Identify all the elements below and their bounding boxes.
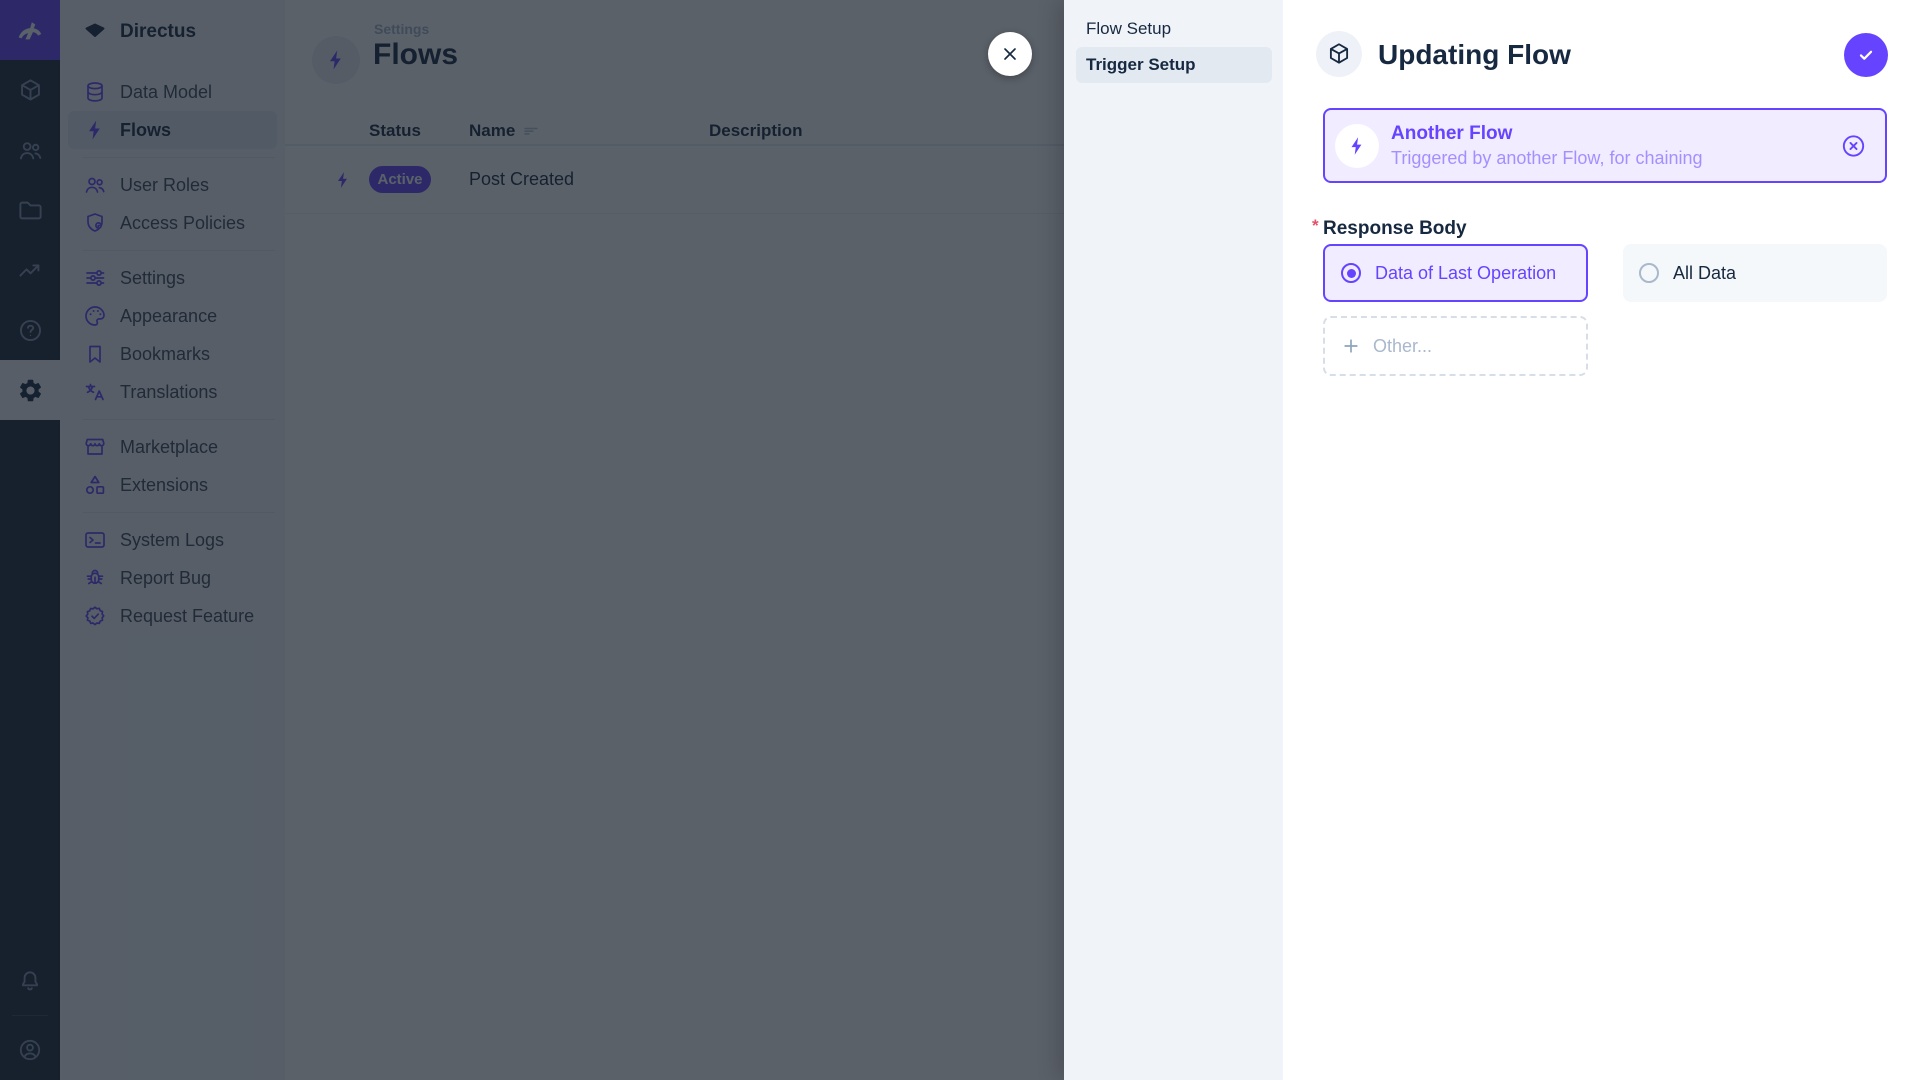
bolt-circle (1335, 123, 1379, 168)
trigger-card-text: Another Flow Triggered by another Flow, … (1391, 121, 1703, 170)
drawer-close-button[interactable] (988, 32, 1032, 76)
radio-option-label: Data of Last Operation (1375, 262, 1557, 283)
check-icon (1855, 44, 1877, 66)
save-button[interactable] (1844, 33, 1888, 77)
response-body-label: * Response Body (1312, 216, 1467, 239)
drawer-header-icon-circle (1316, 31, 1362, 77)
radio-unselected-icon (1639, 263, 1659, 283)
drawer-overlay[interactable] (0, 0, 1064, 1080)
drawer-sidebar: Flow Setup Trigger Setup (1064, 0, 1283, 1080)
radio-option-data-of-last-operation[interactable]: Data of Last Operation (1323, 244, 1588, 302)
directus-app: Directus Data Model F (0, 0, 1920, 1080)
drawer-tab-trigger-setup[interactable]: Trigger Setup (1076, 47, 1272, 83)
drawer-panel: Updating Flow Another Flow Triggered by … (1283, 0, 1920, 1080)
radio-option-all-data[interactable]: All Data (1623, 244, 1887, 302)
required-marker: * (1312, 216, 1319, 235)
radio-option-label: All Data (1673, 262, 1737, 283)
cube-icon (1326, 41, 1352, 67)
drawer-title: Updating Flow (1378, 39, 1571, 70)
other-option-button[interactable]: Other... (1323, 316, 1588, 376)
plus-icon (1341, 336, 1361, 356)
other-option-label: Other... (1373, 335, 1433, 356)
radio-selected-icon (1341, 263, 1361, 283)
trigger-card-title: Another Flow (1391, 122, 1513, 144)
trigger-card-subtitle: Triggered by another Flow, for chaining (1391, 147, 1703, 168)
bolt-icon (1346, 135, 1368, 157)
drawer-sidebar-list: Flow Setup Trigger Setup (1064, 0, 1283, 83)
drawer-tab-flow-setup[interactable]: Flow Setup (1076, 11, 1272, 47)
cancel-trigger-button[interactable] (1840, 132, 1867, 159)
trigger-type-card[interactable]: Another Flow Triggered by another Flow, … (1323, 108, 1887, 183)
cancel-circle-icon (1840, 132, 1867, 159)
close-icon (1000, 44, 1020, 64)
